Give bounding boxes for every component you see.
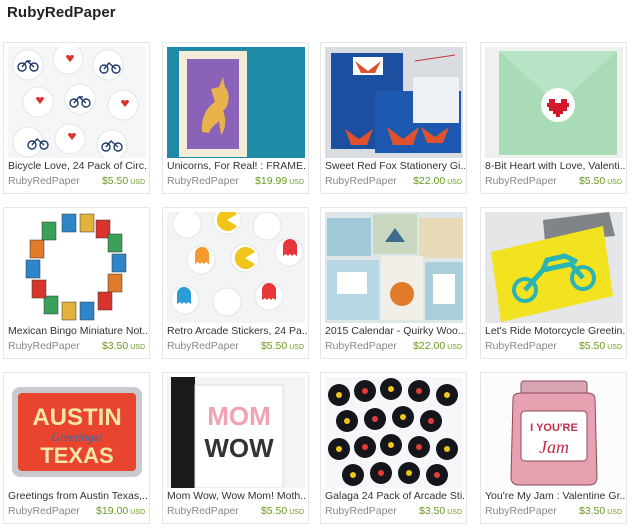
listing-card[interactable]: Bicycle Love, 24 Pack of Circ... RubyRed… [3,42,150,194]
austin-word: AUSTIN [32,404,121,431]
listing-price: $5.50 USD [578,175,622,187]
listing-shop-name[interactable]: RubyRedPaper [325,505,397,517]
listing-image[interactable] [167,212,305,323]
listing-shop-name[interactable]: RubyRedPaper [325,175,397,187]
texas-word: TEXAS [40,443,113,468]
listing-title[interactable]: You're My Jam : Valentine Gr... [485,490,625,502]
calendar-image [325,212,463,323]
listing-title[interactable]: Mexican Bingo Miniature Not... [8,325,148,337]
listing-price: $5.50 USD [260,340,304,352]
listing-shop-name[interactable]: RubyRedPaper [325,340,397,352]
listing-title[interactable]: Greetings from Austin Texas,... [8,490,148,502]
listing-card[interactable]: 8-Bit Heart with Love, Valenti... RubyRe… [480,42,627,194]
listing-shop-name[interactable]: RubyRedPaper [167,175,239,187]
listing-shop-name[interactable]: RubyRedPaper [8,505,80,517]
listing-shop-name[interactable]: RubyRedPaper [167,505,239,517]
listing-image[interactable] [325,377,463,488]
listing-image[interactable] [485,47,623,158]
wow-word: WOW [204,433,274,463]
mom-word: MOM [207,401,271,431]
motorcycle-card-image [485,212,623,323]
austin-texas-magnet-image: AUSTIN Greetings! TEXAS [8,377,146,488]
listing-price: $5.50 USD [578,340,622,352]
listing-card[interactable]: Retro Arcade Stickers, 24 Pa... RubyRedP… [162,207,309,359]
listing-image[interactable] [325,212,463,323]
listing-title[interactable]: 8-Bit Heart with Love, Valenti... [485,160,625,172]
listing-card[interactable]: I YOU'RE Jam You're My Jam : Valentine G… [480,372,627,524]
listing-image[interactable] [8,212,146,323]
listing-image[interactable] [167,47,305,158]
listing-image[interactable]: MOM WOW [167,377,305,488]
jam-jar-card-image: I YOU'RE Jam [485,377,623,488]
listing-title[interactable]: 2015 Calendar - Quirky Woo... [325,325,465,337]
listing-title[interactable]: Let's Ride Motorcycle Greetin... [485,325,625,337]
fox-stationery-image [325,47,463,158]
listing-shop-name[interactable]: RubyRedPaper [485,505,557,517]
mexican-bingo-notebooks-image [8,212,146,323]
arcade-stickers-image [167,212,305,323]
bicycle-stickers-image [8,47,146,158]
listing-image[interactable] [485,212,623,323]
galaga-stickers-image [325,377,463,488]
listing-shop-name[interactable]: RubyRedPaper [8,340,80,352]
listing-title[interactable]: Unicorns, For Real! : FRAME... [167,160,307,172]
listing-image[interactable] [325,47,463,158]
listing-price: $22.00 USD [413,175,462,187]
listing-price: $19.99 USD [255,175,304,187]
listing-card[interactable]: MOM WOW Mom Wow, Wow Mom! Moth... RubyRe… [162,372,309,524]
listing-card[interactable]: Unicorns, For Real! : FRAME... RubyRedPa… [162,42,309,194]
listing-price: $19.00 USD [96,505,145,517]
8bit-heart-envelope-image [485,47,623,158]
listing-price: $3.50 USD [101,340,145,352]
listing-price: $3.50 USD [578,505,622,517]
listing-shop-name[interactable]: RubyRedPaper [167,340,239,352]
listing-title[interactable]: Mom Wow, Wow Mom! Moth... [167,490,307,502]
shop-title[interactable]: RubyRedPaper [7,4,116,21]
listing-card[interactable]: 2015 Calendar - Quirky Woo... RubyRedPap… [320,207,467,359]
listing-price: $5.50 USD [260,505,304,517]
listing-shop-name[interactable]: RubyRedPaper [8,175,80,187]
listing-price: $22.00 USD [413,340,462,352]
listing-price: $3.50 USD [418,505,462,517]
listing-card[interactable]: AUSTIN Greetings! TEXAS Greetings from A… [3,372,150,524]
youre-word: I YOU'RE [530,422,578,434]
jam-word: Jam [539,437,569,457]
listing-price: $5.50 USD [101,175,145,187]
mom-wow-card-image: MOM WOW [167,377,305,488]
listing-shop-name[interactable]: RubyRedPaper [485,175,557,187]
listing-image[interactable]: I YOU'RE Jam [485,377,623,488]
listing-image[interactable] [8,47,146,158]
listing-card[interactable]: Sweet Red Fox Stationery Gi... RubyRedPa… [320,42,467,194]
listing-title[interactable]: Bicycle Love, 24 Pack of Circ... [8,160,148,172]
greetings-word: Greetings! [52,430,103,444]
unicorn-print-image [167,47,305,158]
listing-card[interactable]: Galaga 24 Pack of Arcade Sti... RubyRedP… [320,372,467,524]
listing-title[interactable]: Sweet Red Fox Stationery Gi... [325,160,465,172]
listing-image[interactable]: AUSTIN Greetings! TEXAS [8,377,146,488]
listing-card[interactable]: Mexican Bingo Miniature Not... RubyRedPa… [3,207,150,359]
listing-title[interactable]: Retro Arcade Stickers, 24 Pa... [167,325,307,337]
listing-shop-name[interactable]: RubyRedPaper [485,340,557,352]
listing-title[interactable]: Galaga 24 Pack of Arcade Sti... [325,490,465,502]
listing-card[interactable]: Let's Ride Motorcycle Greetin... RubyRed… [480,207,627,359]
